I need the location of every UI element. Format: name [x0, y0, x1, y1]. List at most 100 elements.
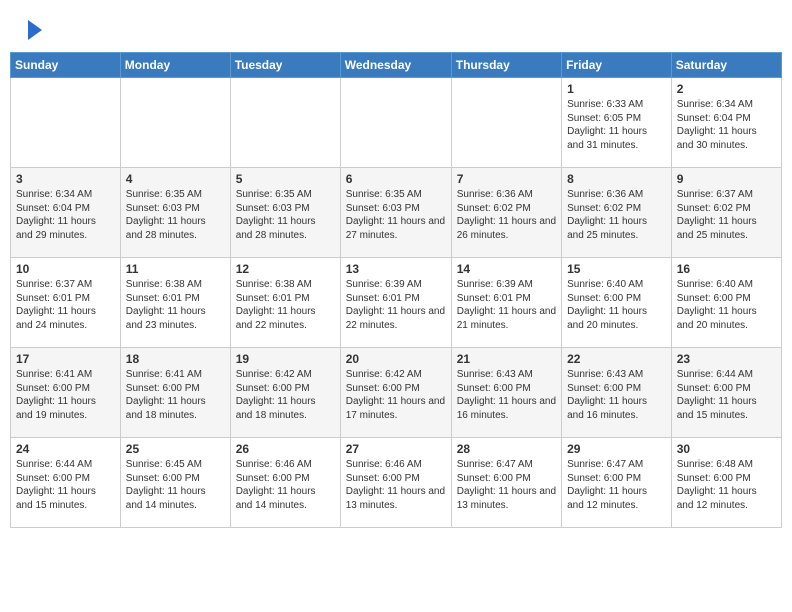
calendar-week-4: 17 Sunrise: 6:41 AM Sunset: 6:00 PM Dayli… — [11, 348, 782, 438]
day-number: 7 — [457, 172, 556, 186]
day-info: Sunrise: 6:41 AM Sunset: 6:00 PM Dayligh… — [16, 368, 115, 422]
day-number: 28 — [457, 442, 556, 456]
day-info: Sunrise: 6:37 AM Sunset: 6:02 PM Dayligh… — [677, 188, 776, 242]
day-number: 12 — [236, 262, 335, 276]
calendar-cell: 14 Sunrise: 6:39 AM Sunset: 6:01 PM Dayli… — [451, 258, 561, 348]
calendar-cell: 6Sunrise: 6:35 AM Sunset: 6:03 PM Daylig… — [340, 168, 451, 258]
calendar-week-5: 24Sunrise: 6:44 AM Sunset: 6:00 PM Dayli… — [11, 438, 782, 528]
calendar-week-3: 10 Sunrise: 6:37 AM Sunset: 6:01 PM Dayli… — [11, 258, 782, 348]
weekday-header-monday: Monday — [120, 53, 230, 78]
calendar-cell: 7 Sunrise: 6:36 AM Sunset: 6:02 PM Daylig… — [451, 168, 561, 258]
day-info: Sunrise: 6:39 AM Sunset: 6:01 PM Dayligh… — [346, 278, 446, 332]
calendar-cell: 3 Sunrise: 6:34 AM Sunset: 6:04 PM Daylig… — [11, 168, 121, 258]
calendar-body: 1 Sunrise: 6:33 AM Sunset: 6:05 PM Daylig… — [11, 78, 782, 528]
calendar-cell — [451, 78, 561, 168]
day-number: 29 — [567, 442, 666, 456]
day-number: 13 — [346, 262, 446, 276]
day-info: Sunrise: 6:43 AM Sunset: 6:00 PM Dayligh… — [457, 368, 556, 422]
weekday-header-sunday: Sunday — [11, 53, 121, 78]
day-info: Sunrise: 6:35 AM Sunset: 6:03 PM Dayligh… — [236, 188, 335, 242]
weekday-header-wednesday: Wednesday — [340, 53, 451, 78]
calendar-cell: 18 Sunrise: 6:41 AM Sunset: 6:00 PM Dayli… — [120, 348, 230, 438]
calendar-cell: 11 Sunrise: 6:38 AM Sunset: 6:01 PM Dayli… — [120, 258, 230, 348]
weekday-header-friday: Friday — [562, 53, 672, 78]
day-info: Sunrise: 6:38 AM Sunset: 6:01 PM Dayligh… — [126, 278, 225, 332]
logo — [20, 18, 44, 42]
day-number: 22 — [567, 352, 666, 366]
day-number: 24 — [16, 442, 115, 456]
day-number: 27 — [346, 442, 446, 456]
day-number: 9 — [677, 172, 776, 186]
day-info: Sunrise: 6:42 AM Sunset: 6:00 PM Dayligh… — [346, 368, 446, 422]
day-info: Sunrise: 6:33 AM Sunset: 6:05 PM Dayligh… — [567, 98, 666, 152]
calendar-table: SundayMondayTuesdayWednesdayThursdayFrid… — [10, 52, 782, 528]
day-info: Sunrise: 6:42 AM Sunset: 6:00 PM Dayligh… — [236, 368, 335, 422]
day-number: 16 — [677, 262, 776, 276]
day-number: 18 — [126, 352, 225, 366]
day-number: 1 — [567, 82, 666, 96]
day-number: 15 — [567, 262, 666, 276]
calendar-cell: 20 Sunrise: 6:42 AM Sunset: 6:00 PM Dayli… — [340, 348, 451, 438]
day-info: Sunrise: 6:43 AM Sunset: 6:00 PM Dayligh… — [567, 368, 666, 422]
day-number: 10 — [16, 262, 115, 276]
calendar-week-1: 1 Sunrise: 6:33 AM Sunset: 6:05 PM Daylig… — [11, 78, 782, 168]
day-number: 14 — [457, 262, 556, 276]
day-info: Sunrise: 6:40 AM Sunset: 6:00 PM Dayligh… — [567, 278, 666, 332]
logo-icon — [24, 18, 44, 42]
calendar-cell: 9 Sunrise: 6:37 AM Sunset: 6:02 PM Daylig… — [671, 168, 781, 258]
calendar-week-2: 3 Sunrise: 6:34 AM Sunset: 6:04 PM Daylig… — [11, 168, 782, 258]
day-number: 5 — [236, 172, 335, 186]
calendar-cell: 24Sunrise: 6:44 AM Sunset: 6:00 PM Dayli… — [11, 438, 121, 528]
calendar-cell: 16 Sunrise: 6:40 AM Sunset: 6:00 PM Dayli… — [671, 258, 781, 348]
calendar-cell: 26 Sunrise: 6:46 AM Sunset: 6:00 PM Dayli… — [230, 438, 340, 528]
day-number: 11 — [126, 262, 225, 276]
calendar-cell — [340, 78, 451, 168]
calendar-cell: 28 Sunrise: 6:47 AM Sunset: 6:00 PM Dayli… — [451, 438, 561, 528]
day-number: 17 — [16, 352, 115, 366]
calendar-cell: 13 Sunrise: 6:39 AM Sunset: 6:01 PM Dayli… — [340, 258, 451, 348]
day-number: 3 — [16, 172, 115, 186]
weekday-header-thursday: Thursday — [451, 53, 561, 78]
weekday-header-saturday: Saturday — [671, 53, 781, 78]
calendar-cell: 23Sunrise: 6:44 AM Sunset: 6:00 PM Dayli… — [671, 348, 781, 438]
day-info: Sunrise: 6:40 AM Sunset: 6:00 PM Dayligh… — [677, 278, 776, 332]
calendar-cell — [11, 78, 121, 168]
calendar-header: SundayMondayTuesdayWednesdayThursdayFrid… — [11, 53, 782, 78]
calendar-cell: 25Sunrise: 6:45 AM Sunset: 6:00 PM Dayli… — [120, 438, 230, 528]
calendar-cell: 22 Sunrise: 6:43 AM Sunset: 6:00 PM Dayli… — [562, 348, 672, 438]
day-number: 26 — [236, 442, 335, 456]
day-number: 21 — [457, 352, 556, 366]
day-number: 4 — [126, 172, 225, 186]
calendar-cell: 12 Sunrise: 6:38 AM Sunset: 6:01 PM Dayli… — [230, 258, 340, 348]
day-info: Sunrise: 6:37 AM Sunset: 6:01 PM Dayligh… — [16, 278, 115, 332]
day-number: 25 — [126, 442, 225, 456]
calendar-cell: 19 Sunrise: 6:42 AM Sunset: 6:00 PM Dayli… — [230, 348, 340, 438]
calendar-cell: 8Sunrise: 6:36 AM Sunset: 6:02 PM Daylig… — [562, 168, 672, 258]
day-info: Sunrise: 6:38 AM Sunset: 6:01 PM Dayligh… — [236, 278, 335, 332]
calendar-cell — [230, 78, 340, 168]
weekday-header-tuesday: Tuesday — [230, 53, 340, 78]
calendar-cell: 17 Sunrise: 6:41 AM Sunset: 6:00 PM Dayli… — [11, 348, 121, 438]
day-number: 2 — [677, 82, 776, 96]
calendar-cell: 27Sunrise: 6:46 AM Sunset: 6:00 PM Dayli… — [340, 438, 451, 528]
day-info: Sunrise: 6:36 AM Sunset: 6:02 PM Dayligh… — [457, 188, 556, 242]
day-info: Sunrise: 6:35 AM Sunset: 6:03 PM Dayligh… — [126, 188, 225, 242]
day-info: Sunrise: 6:35 AM Sunset: 6:03 PM Dayligh… — [346, 188, 446, 242]
day-info: Sunrise: 6:46 AM Sunset: 6:00 PM Dayligh… — [236, 458, 335, 512]
day-info: Sunrise: 6:39 AM Sunset: 6:01 PM Dayligh… — [457, 278, 556, 332]
day-info: Sunrise: 6:36 AM Sunset: 6:02 PM Dayligh… — [567, 188, 666, 242]
day-info: Sunrise: 6:41 AM Sunset: 6:00 PM Dayligh… — [126, 368, 225, 422]
day-number: 20 — [346, 352, 446, 366]
calendar-cell — [120, 78, 230, 168]
day-info: Sunrise: 6:48 AM Sunset: 6:00 PM Dayligh… — [677, 458, 776, 512]
day-info: Sunrise: 6:47 AM Sunset: 6:00 PM Dayligh… — [567, 458, 666, 512]
calendar-cell: 1 Sunrise: 6:33 AM Sunset: 6:05 PM Daylig… — [562, 78, 672, 168]
day-info: Sunrise: 6:34 AM Sunset: 6:04 PM Dayligh… — [677, 98, 776, 152]
day-number: 23 — [677, 352, 776, 366]
calendar-cell: 4 Sunrise: 6:35 AM Sunset: 6:03 PM Daylig… — [120, 168, 230, 258]
day-info: Sunrise: 6:47 AM Sunset: 6:00 PM Dayligh… — [457, 458, 556, 512]
calendar-cell: 15 Sunrise: 6:40 AM Sunset: 6:00 PM Dayli… — [562, 258, 672, 348]
day-info: Sunrise: 6:34 AM Sunset: 6:04 PM Dayligh… — [16, 188, 115, 242]
day-number: 19 — [236, 352, 335, 366]
calendar-cell: 5 Sunrise: 6:35 AM Sunset: 6:03 PM Daylig… — [230, 168, 340, 258]
